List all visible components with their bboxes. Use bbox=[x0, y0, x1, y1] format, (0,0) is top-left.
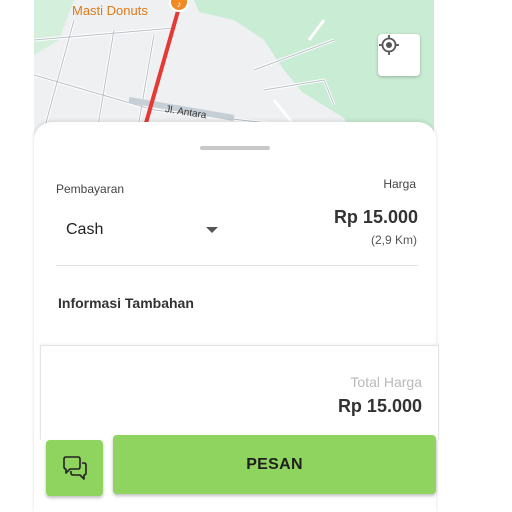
sheet-drag-handle[interactable] bbox=[200, 146, 270, 150]
chat-bubbles-icon bbox=[62, 456, 87, 480]
locate-button[interactable] bbox=[378, 34, 420, 76]
poi-label: Masti Donuts bbox=[72, 3, 148, 18]
payment-label: Pembayaran bbox=[56, 182, 125, 196]
price-label: Harga bbox=[383, 177, 416, 191]
divider bbox=[56, 265, 418, 266]
crosshair-icon bbox=[379, 35, 399, 55]
price-value: Rp 15.000 bbox=[333, 207, 418, 227]
total-price-label: Total Harga bbox=[350, 374, 422, 390]
distance-value: (2,9 Km) bbox=[370, 233, 417, 247]
order-button[interactable]: PESAN bbox=[113, 435, 436, 494]
payment-method-dropdown[interactable]: Cash bbox=[66, 219, 218, 241]
payment-method-value: Cash bbox=[66, 221, 104, 238]
chat-button[interactable] bbox=[46, 440, 103, 496]
total-price-value: Rp 15.000 bbox=[337, 396, 422, 416]
additional-info-heading[interactable]: Informasi Tambahan bbox=[58, 295, 194, 311]
total-card: Total Harga Rp 15.000 bbox=[40, 345, 439, 440]
chevron-down-icon bbox=[206, 227, 218, 233]
